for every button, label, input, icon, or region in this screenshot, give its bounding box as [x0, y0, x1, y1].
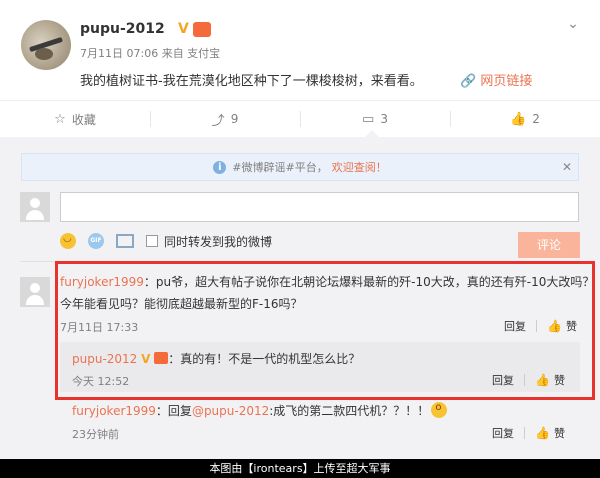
like-count: 2 — [532, 112, 540, 126]
link-icon: 🔗 — [460, 74, 477, 89]
emoji-icon[interactable] — [60, 233, 76, 249]
notice-text: #微博辟谣#平台， — [232, 161, 328, 174]
comment-icon: ▭ — [362, 111, 375, 127]
thumbs-up-icon[interactable]: 👍 — [535, 426, 550, 440]
commenter-avatar[interactable] — [20, 277, 50, 307]
comment-ops: 回复 👍 赞 — [492, 425, 565, 441]
repost-checkbox[interactable] — [146, 235, 158, 247]
image-icon[interactable] — [116, 234, 134, 248]
web-link[interactable]: 🔗 网页链接 — [460, 70, 532, 89]
highlight-frame — [55, 261, 595, 400]
comment-count: 3 — [380, 112, 388, 126]
web-link-label: 网页链接 — [480, 74, 533, 89]
favorite-label: 收藏 — [71, 112, 96, 127]
my-avatar — [20, 192, 50, 222]
close-icon[interactable]: ✕ — [562, 160, 572, 174]
weibo-post: pupu-2012 V 7月11日 07:06 来自 支付宝 我的植树证书-我在… — [0, 0, 600, 100]
thumbs-up-icon: 👍 — [510, 111, 527, 127]
comment-username[interactable]: furyjoker1999 — [72, 404, 156, 418]
comment-line: furyjoker1999：回复@pupu-2012:成飞的第二款四代机？？！！ — [72, 402, 448, 419]
post-content: 我的植树证书-我在荒漠化地区种下了一棵梭梭树，来看看。 — [80, 74, 423, 89]
repost-button[interactable]: ⤴ 9 — [150, 101, 300, 137]
rumor-notice: i #微博辟谣#平台， 欢迎查阅！ ✕ — [21, 153, 579, 181]
comment-input[interactable] — [60, 192, 579, 222]
composer-tools: GIF 同时转发到我的微博 — [60, 233, 272, 249]
author-avatar[interactable] — [21, 20, 71, 70]
info-icon: i — [213, 160, 227, 174]
notice-link[interactable]: 欢迎查阅！ — [332, 159, 387, 175]
chevron-down-icon[interactable]: ⌄ — [563, 16, 583, 32]
post-action-bar: ☆ 收藏 ⤴ 9 ▭ 3 👍 2 — [0, 100, 600, 138]
star-icon: ☆ — [54, 111, 66, 127]
mention-link[interactable]: @pupu-2012 — [192, 404, 269, 418]
reply-button[interactable]: 回复 — [492, 425, 514, 441]
repost-checkbox-label: 同时转发到我的微博 — [164, 234, 273, 249]
repost-count: 9 — [230, 112, 239, 126]
like-button[interactable]: 赞 — [554, 425, 565, 441]
repost-icon: ⤴ — [211, 113, 225, 129]
gif-icon[interactable]: GIF — [88, 233, 104, 249]
comment-time: 23分钟前 — [72, 428, 119, 441]
surprised-emoji-icon — [431, 402, 448, 418]
member-badge-icon[interactable] — [193, 22, 211, 37]
submit-comment-button[interactable]: 评论 — [518, 232, 580, 258]
post-meta: 7月11日 07:06 来自 支付宝 — [80, 47, 221, 60]
like-button[interactable]: 👍 2 — [450, 101, 600, 137]
author-username[interactable]: pupu-2012 — [80, 21, 165, 37]
comment-text-suffix: :成飞的第二款四代机？？！！ — [269, 404, 430, 418]
verified-badge-icon[interactable]: V — [178, 22, 192, 36]
comment-text-prefix: ：回复 — [155, 404, 192, 418]
image-caption: 本图由【irontears】上传至超大军事 — [0, 459, 600, 478]
favorite-button[interactable]: ☆ 收藏 — [0, 101, 150, 137]
